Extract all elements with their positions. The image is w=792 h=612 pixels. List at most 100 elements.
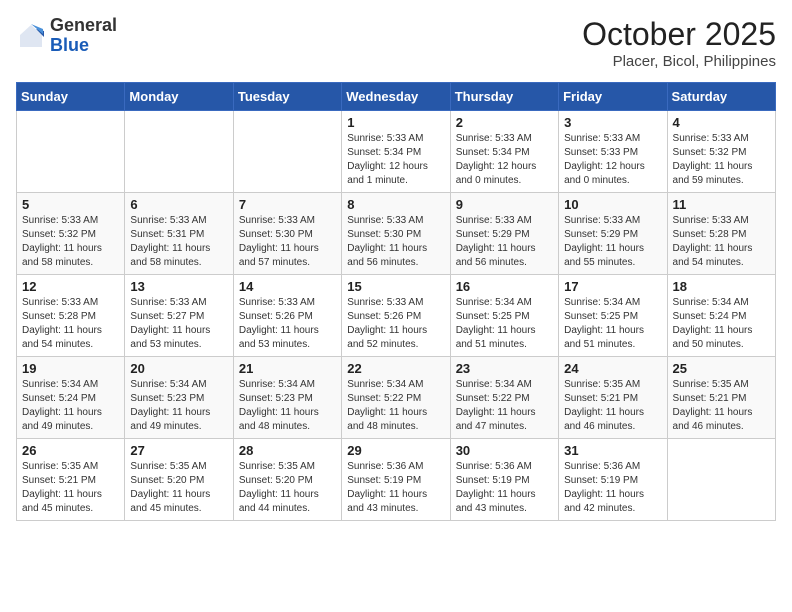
day-number: 20 <box>130 361 227 376</box>
day-number: 15 <box>347 279 444 294</box>
day-number: 25 <box>673 361 770 376</box>
day-info: Sunrise: 5:33 AM Sunset: 5:28 PM Dayligh… <box>673 214 770 270</box>
day-cell: 11 Sunrise: 5:33 AM Sunset: 5:28 PM Dayli… <box>667 193 775 275</box>
logo-general: General <box>50 16 117 36</box>
day-info: Sunrise: 5:33 AM Sunset: 5:32 PM Dayligh… <box>22 214 119 270</box>
weekday-header-tuesday: Tuesday <box>233 83 341 111</box>
day-cell: 9 Sunrise: 5:33 AM Sunset: 5:29 PM Daylig… <box>450 193 558 275</box>
day-info: Sunrise: 5:33 AM Sunset: 5:32 PM Dayligh… <box>673 132 770 188</box>
day-info: Sunrise: 5:33 AM Sunset: 5:34 PM Dayligh… <box>456 132 553 188</box>
day-cell: 15 Sunrise: 5:33 AM Sunset: 5:26 PM Dayli… <box>342 275 450 357</box>
day-cell: 24 Sunrise: 5:35 AM Sunset: 5:21 PM Dayli… <box>559 357 667 439</box>
page-header: General Blue October 2025 Placer, Bicol,… <box>16 16 776 70</box>
day-cell: 5 Sunrise: 5:33 AM Sunset: 5:32 PM Daylig… <box>17 193 125 275</box>
day-cell: 6Sunrise: 5:33 AM Sunset: 5:31 PM Daylig… <box>125 193 233 275</box>
day-number: 3 <box>564 115 661 130</box>
title-block: October 2025 Placer, Bicol, Philippines <box>582 16 776 70</box>
day-info: Sunrise: 5:33 AM Sunset: 5:33 PM Dayligh… <box>564 132 661 188</box>
day-cell <box>125 111 233 193</box>
day-cell: 21Sunrise: 5:34 AM Sunset: 5:23 PM Dayli… <box>233 357 341 439</box>
day-number: 22 <box>347 361 444 376</box>
day-number: 13 <box>130 279 227 294</box>
day-number: 29 <box>347 443 444 458</box>
day-info: Sunrise: 5:34 AM Sunset: 5:22 PM Dayligh… <box>347 378 444 434</box>
day-cell: 23Sunrise: 5:34 AM Sunset: 5:22 PM Dayli… <box>450 357 558 439</box>
month-title: October 2025 <box>582 16 776 53</box>
day-cell: 25 Sunrise: 5:35 AM Sunset: 5:21 PM Dayli… <box>667 357 775 439</box>
weekday-header-friday: Friday <box>559 83 667 111</box>
day-cell: 17Sunrise: 5:34 AM Sunset: 5:25 PM Dayli… <box>559 275 667 357</box>
day-info: Sunrise: 5:33 AM Sunset: 5:28 PM Dayligh… <box>22 296 119 352</box>
calendar-table: SundayMondayTuesdayWednesdayThursdayFrid… <box>16 82 776 521</box>
day-cell: 16 Sunrise: 5:34 AM Sunset: 5:25 PM Dayli… <box>450 275 558 357</box>
day-number: 30 <box>456 443 553 458</box>
day-number: 31 <box>564 443 661 458</box>
week-row-3: 19 Sunrise: 5:34 AM Sunset: 5:24 PM Dayli… <box>17 357 776 439</box>
day-cell: 22 Sunrise: 5:34 AM Sunset: 5:22 PM Dayli… <box>342 357 450 439</box>
week-row-0: 1 Sunrise: 5:33 AM Sunset: 5:34 PM Daylig… <box>17 111 776 193</box>
week-row-4: 26Sunrise: 5:35 AM Sunset: 5:21 PM Dayli… <box>17 439 776 521</box>
day-info: Sunrise: 5:33 AM Sunset: 5:26 PM Dayligh… <box>347 296 444 352</box>
day-info: Sunrise: 5:33 AM Sunset: 5:34 PM Dayligh… <box>347 132 444 188</box>
day-info: Sunrise: 5:34 AM Sunset: 5:25 PM Dayligh… <box>456 296 553 352</box>
day-cell: 1 Sunrise: 5:33 AM Sunset: 5:34 PM Daylig… <box>342 111 450 193</box>
day-info: Sunrise: 5:33 AM Sunset: 5:27 PM Dayligh… <box>130 296 227 352</box>
day-info: Sunrise: 5:36 AM Sunset: 5:19 PM Dayligh… <box>347 460 444 516</box>
day-info: Sunrise: 5:36 AM Sunset: 5:19 PM Dayligh… <box>564 460 661 516</box>
day-info: Sunrise: 5:35 AM Sunset: 5:21 PM Dayligh… <box>22 460 119 516</box>
day-number: 1 <box>347 115 444 130</box>
day-info: Sunrise: 5:35 AM Sunset: 5:21 PM Dayligh… <box>564 378 661 434</box>
day-number: 4 <box>673 115 770 130</box>
day-cell: 27 Sunrise: 5:35 AM Sunset: 5:20 PM Dayli… <box>125 439 233 521</box>
day-number: 12 <box>22 279 119 294</box>
day-cell: 10Sunrise: 5:33 AM Sunset: 5:29 PM Dayli… <box>559 193 667 275</box>
day-info: Sunrise: 5:35 AM Sunset: 5:20 PM Dayligh… <box>130 460 227 516</box>
weekday-header-wednesday: Wednesday <box>342 83 450 111</box>
weekday-header-thursday: Thursday <box>450 83 558 111</box>
day-cell: 4 Sunrise: 5:33 AM Sunset: 5:32 PM Daylig… <box>667 111 775 193</box>
day-cell: 18Sunrise: 5:34 AM Sunset: 5:24 PM Dayli… <box>667 275 775 357</box>
weekday-header-sunday: Sunday <box>17 83 125 111</box>
weekday-header-row: SundayMondayTuesdayWednesdayThursdayFrid… <box>17 83 776 111</box>
weekday-header-saturday: Saturday <box>667 83 775 111</box>
day-number: 9 <box>456 197 553 212</box>
day-number: 5 <box>22 197 119 212</box>
day-number: 21 <box>239 361 336 376</box>
day-number: 17 <box>564 279 661 294</box>
day-number: 19 <box>22 361 119 376</box>
day-cell <box>17 111 125 193</box>
day-number: 16 <box>456 279 553 294</box>
day-cell: 3 Sunrise: 5:33 AM Sunset: 5:33 PM Daylig… <box>559 111 667 193</box>
day-number: 27 <box>130 443 227 458</box>
day-info: Sunrise: 5:35 AM Sunset: 5:21 PM Dayligh… <box>673 378 770 434</box>
day-cell: 28Sunrise: 5:35 AM Sunset: 5:20 PM Dayli… <box>233 439 341 521</box>
day-cell <box>233 111 341 193</box>
logo: General Blue <box>16 16 117 56</box>
day-cell: 2 Sunrise: 5:33 AM Sunset: 5:34 PM Daylig… <box>450 111 558 193</box>
day-cell: 8Sunrise: 5:33 AM Sunset: 5:30 PM Daylig… <box>342 193 450 275</box>
day-number: 7 <box>239 197 336 212</box>
day-number: 23 <box>456 361 553 376</box>
day-cell: 19 Sunrise: 5:34 AM Sunset: 5:24 PM Dayli… <box>17 357 125 439</box>
day-info: Sunrise: 5:33 AM Sunset: 5:29 PM Dayligh… <box>456 214 553 270</box>
day-cell: 7 Sunrise: 5:33 AM Sunset: 5:30 PM Daylig… <box>233 193 341 275</box>
day-number: 14 <box>239 279 336 294</box>
logo-text: General Blue <box>50 16 117 56</box>
day-cell: 12 Sunrise: 5:33 AM Sunset: 5:28 PM Dayli… <box>17 275 125 357</box>
week-row-1: 5 Sunrise: 5:33 AM Sunset: 5:32 PM Daylig… <box>17 193 776 275</box>
day-info: Sunrise: 5:34 AM Sunset: 5:23 PM Dayligh… <box>130 378 227 434</box>
day-number: 8 <box>347 197 444 212</box>
weekday-header-monday: Monday <box>125 83 233 111</box>
day-number: 11 <box>673 197 770 212</box>
day-info: Sunrise: 5:34 AM Sunset: 5:24 PM Dayligh… <box>22 378 119 434</box>
day-cell <box>667 439 775 521</box>
day-number: 24 <box>564 361 661 376</box>
day-number: 18 <box>673 279 770 294</box>
day-cell: 13 Sunrise: 5:33 AM Sunset: 5:27 PM Dayli… <box>125 275 233 357</box>
day-cell: 26Sunrise: 5:35 AM Sunset: 5:21 PM Dayli… <box>17 439 125 521</box>
day-info: Sunrise: 5:36 AM Sunset: 5:19 PM Dayligh… <box>456 460 553 516</box>
day-cell: 30 Sunrise: 5:36 AM Sunset: 5:19 PM Dayli… <box>450 439 558 521</box>
day-cell: 20 Sunrise: 5:34 AM Sunset: 5:23 PM Dayli… <box>125 357 233 439</box>
day-number: 2 <box>456 115 553 130</box>
day-info: Sunrise: 5:33 AM Sunset: 5:30 PM Dayligh… <box>239 214 336 270</box>
